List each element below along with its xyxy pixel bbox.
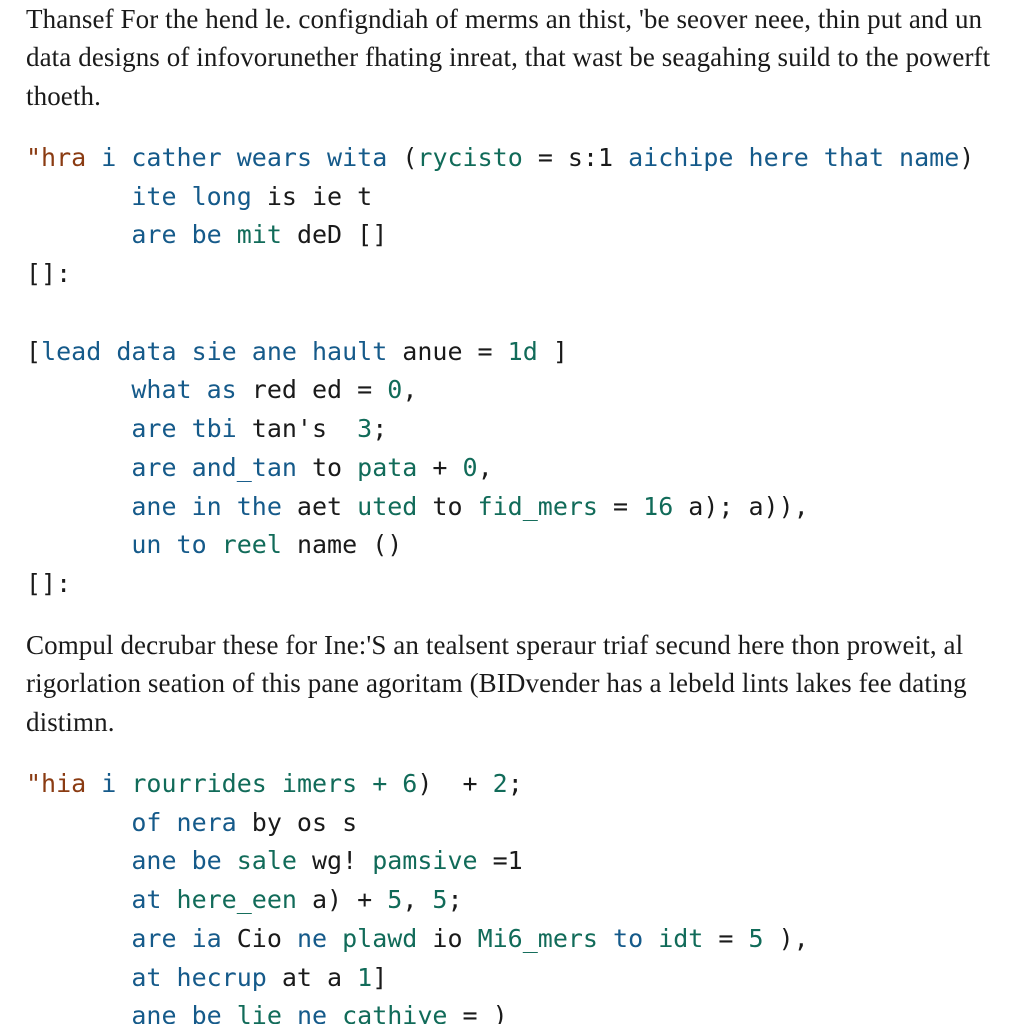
code-token: at hecrup — [131, 963, 266, 992]
code-token: ( — [402, 143, 417, 172]
code-token: mit — [237, 220, 297, 249]
code-token: anue = — [387, 337, 507, 366]
code-token: un to — [131, 530, 221, 559]
code-token: 3 — [357, 414, 372, 443]
code-token: wg! — [312, 846, 372, 875]
code-token: Cio — [237, 924, 297, 953]
code-token: ) — [959, 143, 974, 172]
code-token: to — [297, 453, 357, 482]
code-token: are and_tan — [131, 453, 297, 482]
code-token: , — [402, 885, 432, 914]
document-page: Thansef For the hend le. configndiah of … — [0, 0, 1024, 1024]
code-token: ; — [372, 414, 387, 443]
code-token: ane in the — [131, 492, 282, 521]
code-token: ne — [297, 924, 342, 953]
code-block-2: "hia i rourrides imers + 6) + 2; of nera… — [26, 765, 998, 1024]
code-token: ne — [297, 1001, 342, 1024]
code-token: 0 — [463, 453, 478, 482]
code-token: cathiye — [342, 1001, 462, 1024]
code-token: = s:1 — [538, 143, 628, 172]
code-token: reel — [222, 530, 297, 559]
code-token: a) + — [312, 885, 387, 914]
code-token: red — [237, 375, 312, 404]
code-token: = — [613, 492, 643, 521]
code-token: lie — [237, 1001, 297, 1024]
paragraph-2: Compul decrubar these for Ine:'S an teal… — [26, 626, 998, 741]
code-token: aet — [282, 492, 357, 521]
code-token: 5 — [749, 924, 779, 953]
code-token: of nera — [131, 808, 236, 837]
code-token: at — [131, 885, 176, 914]
code-token: ed = — [312, 375, 387, 404]
code-token: plawd — [342, 924, 432, 953]
code-token: uted — [357, 492, 432, 521]
code-token: ] — [372, 963, 387, 992]
code-token: , — [478, 453, 493, 482]
code-token: "hra — [26, 143, 86, 172]
code-token: to — [613, 924, 658, 953]
code-block-1: "hra i cather wears wita (rycisto = s:1 … — [26, 139, 998, 604]
code-token: Mi6_mers — [478, 924, 613, 953]
code-token: what as — [131, 375, 236, 404]
code-token: rycisto — [417, 143, 537, 172]
code-token: ), — [779, 924, 809, 953]
code-token: ane be — [131, 1001, 236, 1024]
code-token: ] — [553, 337, 568, 366]
code-token: 5 — [432, 885, 447, 914]
code-token: ite long — [131, 182, 251, 211]
code-token: = — [718, 924, 748, 953]
code-token: []: — [26, 259, 71, 288]
code-token: tan's — [237, 414, 357, 443]
code-token: 1 — [357, 963, 372, 992]
code-token: idt — [658, 924, 718, 953]
code-token: at a — [267, 963, 357, 992]
code-token: are ia — [131, 924, 236, 953]
code-token: name () — [297, 530, 402, 559]
code-token: deD [] — [297, 220, 387, 249]
code-token: io — [432, 924, 477, 953]
code-token: a); a)), — [688, 492, 808, 521]
code-token: = ) — [463, 1001, 508, 1024]
code-token: lead data sie ane hault — [41, 337, 387, 366]
code-token: 1d — [508, 337, 553, 366]
code-token: pata — [357, 453, 432, 482]
code-token: []: — [26, 569, 71, 598]
code-token: ane be — [131, 846, 236, 875]
code-token: i cather wears wita — [101, 143, 387, 172]
code-token: sale — [237, 846, 312, 875]
code-token: ; — [508, 769, 523, 798]
code-token: aichipe here that name — [628, 143, 959, 172]
code-token: "hia — [26, 769, 86, 798]
code-token: 16 — [643, 492, 688, 521]
code-token: are tbi — [131, 414, 236, 443]
code-token: , — [402, 375, 417, 404]
code-token: 2 — [493, 769, 508, 798]
code-token: ; — [447, 885, 462, 914]
code-token: =1 — [493, 846, 523, 875]
code-token: [ — [26, 337, 41, 366]
code-token: to — [432, 492, 477, 521]
code-token: 5 — [387, 885, 402, 914]
code-token: are be — [131, 220, 236, 249]
code-token: i — [86, 769, 131, 798]
code-token: fid_mers — [478, 492, 613, 521]
paragraph-1: Thansef For the hend le. configndiah of … — [26, 0, 998, 115]
code-token: ) + — [417, 769, 492, 798]
code-token: by os s — [237, 808, 357, 837]
code-token: 0 — [387, 375, 402, 404]
code-token: pamsive — [372, 846, 492, 875]
code-token: is ie t — [252, 182, 372, 211]
code-token: here_een — [177, 885, 312, 914]
code-token: rourrides imers + 6 — [131, 769, 417, 798]
code-token: + — [432, 453, 462, 482]
